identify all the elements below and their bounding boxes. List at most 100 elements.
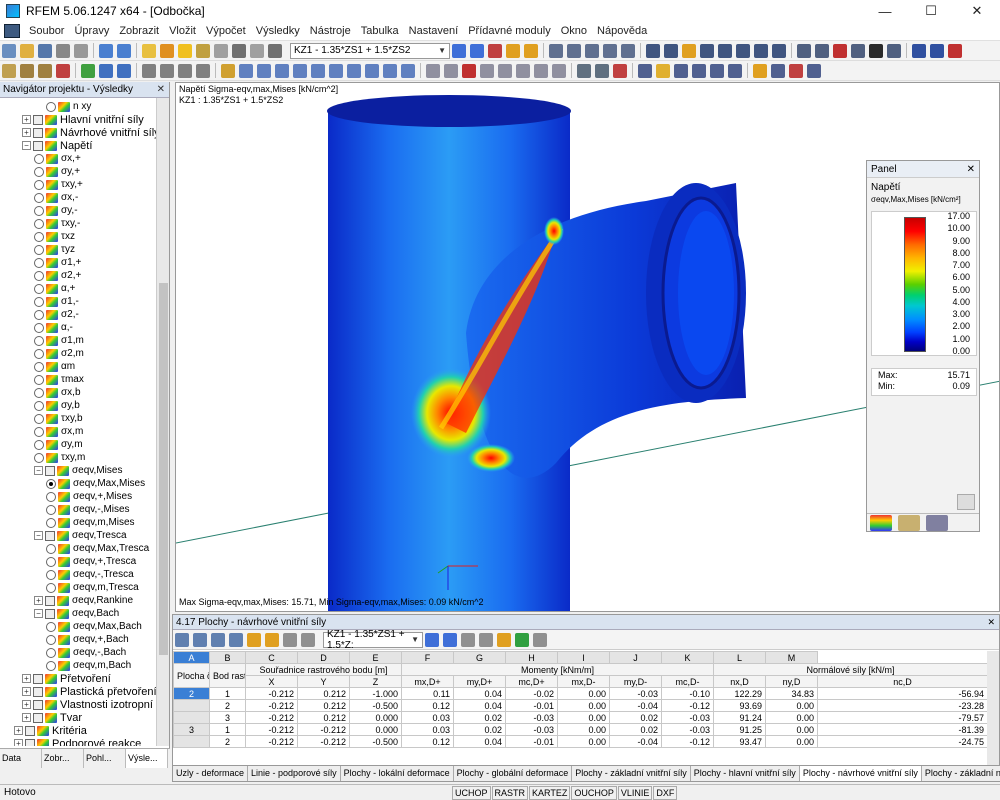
toolbar2-icon-an[interactable] (753, 63, 767, 78)
nav-item[interactable]: σeqv,+,Tresca (46, 555, 136, 568)
cell-mxm[interactable]: 0.00 (557, 687, 610, 700)
column-letter[interactable]: L (713, 651, 766, 664)
table-tool-g-icon[interactable] (283, 632, 297, 647)
nav-item[interactable]: σeqv,-,Mises (46, 503, 130, 516)
cell-mym[interactable]: -0.04 (609, 699, 662, 712)
table-loadcase-combo[interactable]: KZ1 - 1.35*ZS1 + 1.5*Z: ▼ (323, 629, 423, 651)
cell-mxm[interactable]: 0.00 (557, 699, 610, 712)
table-next-icon[interactable] (443, 632, 457, 647)
cell-mxm[interactable]: 0.00 (557, 735, 610, 748)
nav-item[interactable]: + Hlavní vnitřní síly (22, 113, 144, 126)
toolbar2-icon-e[interactable] (81, 63, 95, 78)
menu-nastaveni[interactable]: Nastavení (404, 25, 464, 37)
status-guidelines[interactable]: VLINIE (617, 785, 653, 800)
menu-soubor[interactable]: Soubor (24, 25, 69, 37)
document-menu-icon[interactable] (4, 24, 20, 38)
radio-button[interactable] (34, 205, 44, 216)
toolbar-icon-ac[interactable] (948, 43, 962, 58)
minimize-button[interactable]: — (862, 0, 908, 22)
cell-mcp[interactable]: -0.03 (505, 723, 558, 736)
cell-mxm[interactable]: 0.00 (557, 711, 610, 724)
radio-button[interactable] (46, 660, 56, 671)
sheet-tab[interactable]: Linie - podporové síly (248, 766, 341, 781)
cell-plocha[interactable] (173, 699, 210, 712)
cell-mcm[interactable]: -0.12 (661, 699, 714, 712)
expand-icon[interactable]: + (22, 115, 31, 124)
checkbox[interactable] (45, 530, 55, 541)
toolbar-icon-l[interactable] (621, 43, 635, 58)
print-icon[interactable] (56, 43, 70, 58)
cell-mcm[interactable]: -0.03 (661, 711, 714, 724)
undo-icon[interactable] (99, 43, 113, 58)
cell-X[interactable]: -0.212 (245, 723, 298, 736)
nav-item[interactable]: σx,+ (34, 152, 81, 165)
sheet-tab[interactable]: Plochy - návrhové vnitřní síly (799, 766, 922, 781)
open-icon[interactable] (20, 43, 34, 58)
checkbox[interactable] (33, 686, 43, 697)
toolbar2-icon-ak[interactable] (692, 63, 706, 78)
cell-Y[interactable]: 0.212 (297, 699, 350, 712)
status-cartesian[interactable]: KARTEZ (529, 785, 571, 800)
navigator-scroll-thumb[interactable] (159, 283, 168, 655)
sheet-tab[interactable]: Plochy - hlavní vnitřní síly (691, 766, 800, 781)
toolbar2-icon-af[interactable] (595, 63, 609, 78)
toolbar-icon-b[interactable] (232, 43, 246, 58)
cell-Y[interactable]: -0.212 (297, 735, 350, 748)
cell-mxp[interactable]: 0.03 (401, 723, 454, 736)
cell-ny[interactable]: 0.00 (765, 711, 818, 724)
cell-mcp[interactable]: -0.01 (505, 699, 558, 712)
radio-button[interactable] (46, 504, 56, 515)
nav-tab-data[interactable]: Data (0, 749, 42, 768)
toolbar2-icon-m[interactable] (239, 63, 253, 78)
cell-nc[interactable]: -79.57 (817, 711, 988, 724)
cell-plocha[interactable]: 2 (173, 687, 210, 700)
status-grid[interactable]: RASTR (491, 785, 529, 800)
toolbar-icon-t[interactable] (772, 43, 786, 58)
toolbar2-icon-b[interactable] (20, 63, 34, 78)
nav-item[interactable]: σy,m (34, 438, 83, 451)
cell-Z[interactable]: 0.000 (349, 711, 402, 724)
toolbar-icon-n[interactable] (664, 43, 678, 58)
radio-button[interactable] (46, 101, 56, 112)
toolbar2-icon-p[interactable] (293, 63, 307, 78)
table-tool-e-icon[interactable] (247, 632, 261, 647)
nav-item[interactable]: σy,+ (34, 165, 80, 178)
toolbar2-icon-c[interactable] (38, 63, 52, 78)
expand-icon[interactable]: + (22, 700, 31, 709)
toolbar-icon-s[interactable] (754, 43, 768, 58)
nav-item[interactable]: σx,m (34, 425, 83, 438)
cell-X[interactable]: -0.212 (245, 711, 298, 724)
nav-item[interactable]: τmax (34, 373, 84, 386)
cell-Y[interactable]: 0.212 (297, 711, 350, 724)
nav-item[interactable]: σeqv,Max,Mises (46, 477, 145, 490)
expand-icon[interactable]: + (22, 687, 31, 696)
radio-button[interactable] (34, 270, 44, 281)
cell-mym[interactable]: -0.04 (609, 735, 662, 748)
table-row[interactable]: 2 -0.212 -0.212 -0.500 0.12 0.04 -0.01 0.00 -0.0… (173, 735, 988, 748)
column-letter[interactable]: I (557, 651, 610, 664)
toolbar-icon-q[interactable] (718, 43, 732, 58)
cell-bod[interactable]: 1 (209, 687, 246, 700)
toolbar-icon-p[interactable] (700, 43, 714, 58)
nav-item[interactable]: σ2,- (34, 308, 79, 321)
cell-mxp[interactable]: 0.12 (401, 735, 454, 748)
cell-nc[interactable]: -56.94 (817, 687, 988, 700)
toolbar2-icon-t[interactable] (365, 63, 379, 78)
menu-vypocet[interactable]: Výpočet (201, 25, 251, 37)
cell-mcp[interactable]: -0.01 (505, 735, 558, 748)
nav-item[interactable]: τxy,- (34, 217, 80, 230)
radio-button[interactable] (46, 582, 56, 593)
nav-item[interactable]: σeqv,+,Mises (46, 490, 132, 503)
radio-button[interactable] (46, 556, 56, 567)
radio-button[interactable] (34, 257, 44, 268)
checkbox[interactable] (33, 140, 43, 151)
toolbar2-icon-ap[interactable] (789, 63, 803, 78)
toolbar2-icon-k[interactable] (196, 63, 210, 78)
radio-button[interactable] (34, 218, 44, 229)
checkbox[interactable] (45, 608, 55, 619)
radio-button[interactable] (34, 322, 44, 333)
collapse-icon[interactable]: − (34, 609, 43, 618)
navigator-close-icon[interactable]: ✕ (157, 84, 169, 95)
nav-item[interactable]: α,- (34, 321, 73, 334)
radio-button[interactable] (46, 517, 56, 528)
